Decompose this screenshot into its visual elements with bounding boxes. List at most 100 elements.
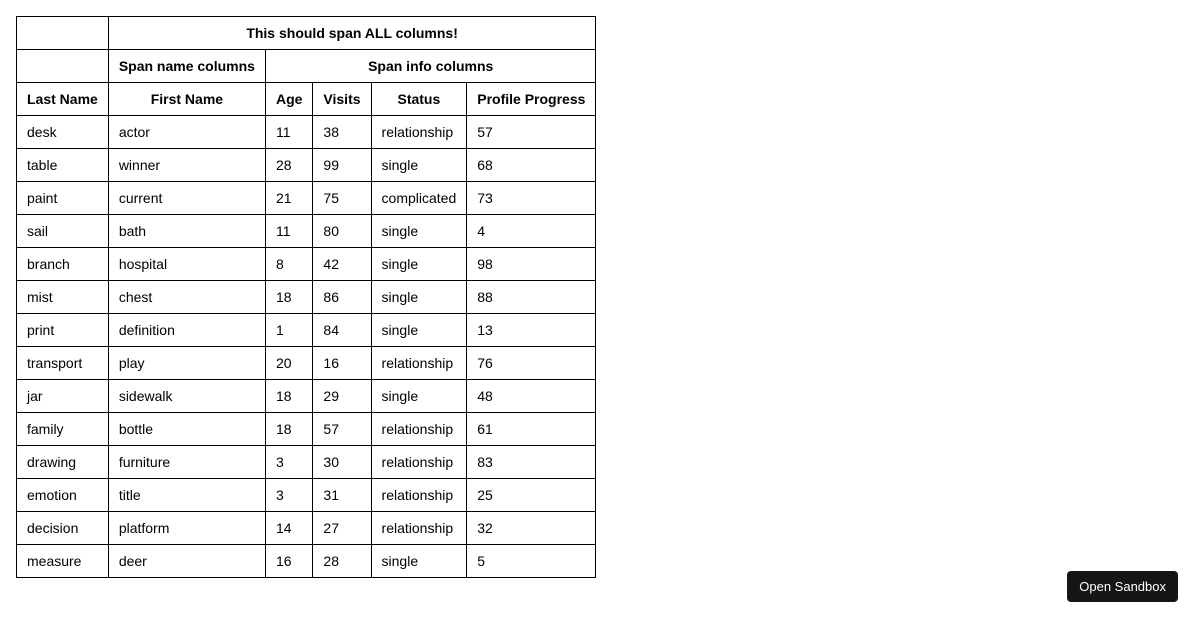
cell-first: bath	[108, 215, 265, 248]
cell-progress: 48	[467, 380, 596, 413]
table-row: deskactor1138relationship57	[17, 116, 596, 149]
table-row: jarsidewalk1829single48	[17, 380, 596, 413]
cell-status: single	[371, 149, 467, 182]
cell-status: relationship	[371, 116, 467, 149]
cell-visits: 31	[313, 479, 371, 512]
cell-last: table	[17, 149, 109, 182]
cell-age: 3	[265, 446, 312, 479]
cell-visits: 57	[313, 413, 371, 446]
cell-age: 3	[265, 479, 312, 512]
cell-status: single	[371, 380, 467, 413]
cell-first: furniture	[108, 446, 265, 479]
cell-visits: 16	[313, 347, 371, 380]
cell-status: single	[371, 248, 467, 281]
cell-status: relationship	[371, 413, 467, 446]
cell-first: sidewalk	[108, 380, 265, 413]
cell-last: mist	[17, 281, 109, 314]
table-row: printdefinition184single13	[17, 314, 596, 347]
table-row: tablewinner2899single68	[17, 149, 596, 182]
header-span-all: This should span ALL columns!	[108, 17, 596, 50]
cell-status: complicated	[371, 182, 467, 215]
cell-visits: 99	[313, 149, 371, 182]
cell-first: title	[108, 479, 265, 512]
cell-last: family	[17, 413, 109, 446]
cell-progress: 73	[467, 182, 596, 215]
cell-progress: 5	[467, 545, 596, 578]
cell-status: single	[371, 545, 467, 578]
cell-progress: 76	[467, 347, 596, 380]
cell-first: deer	[108, 545, 265, 578]
cell-progress: 88	[467, 281, 596, 314]
open-sandbox-button[interactable]: Open Sandbox	[1067, 571, 1178, 602]
table-row: sailbath1180single4	[17, 215, 596, 248]
cell-progress: 57	[467, 116, 596, 149]
header-last-name[interactable]: Last Name	[17, 83, 109, 116]
cell-age: 21	[265, 182, 312, 215]
cell-progress: 61	[467, 413, 596, 446]
header-empty-1	[17, 17, 109, 50]
cell-age: 18	[265, 281, 312, 314]
cell-progress: 25	[467, 479, 596, 512]
cell-visits: 75	[313, 182, 371, 215]
cell-visits: 38	[313, 116, 371, 149]
cell-visits: 42	[313, 248, 371, 281]
cell-last: sail	[17, 215, 109, 248]
cell-first: hospital	[108, 248, 265, 281]
header-visits[interactable]: Visits	[313, 83, 371, 116]
cell-last: print	[17, 314, 109, 347]
cell-age: 20	[265, 347, 312, 380]
cell-last: emotion	[17, 479, 109, 512]
table-row: emotiontitle331relationship25	[17, 479, 596, 512]
cell-status: single	[371, 281, 467, 314]
cell-first: current	[108, 182, 265, 215]
cell-first: bottle	[108, 413, 265, 446]
cell-age: 16	[265, 545, 312, 578]
cell-last: paint	[17, 182, 109, 215]
cell-visits: 84	[313, 314, 371, 347]
cell-progress: 32	[467, 512, 596, 545]
table-row: paintcurrent2175complicated73	[17, 182, 596, 215]
cell-age: 28	[265, 149, 312, 182]
cell-age: 18	[265, 413, 312, 446]
cell-status: single	[371, 215, 467, 248]
header-age[interactable]: Age	[265, 83, 312, 116]
table-row: mistchest1886single88	[17, 281, 596, 314]
table-row: drawingfurniture330relationship83	[17, 446, 596, 479]
cell-status: relationship	[371, 479, 467, 512]
data-table: This should span ALL columns! Span name …	[16, 16, 596, 578]
table-row: decisionplatform1427relationship32	[17, 512, 596, 545]
cell-status: relationship	[371, 347, 467, 380]
cell-progress: 83	[467, 446, 596, 479]
cell-age: 11	[265, 116, 312, 149]
cell-first: play	[108, 347, 265, 380]
cell-status: relationship	[371, 512, 467, 545]
cell-visits: 27	[313, 512, 371, 545]
cell-age: 1	[265, 314, 312, 347]
cell-age: 14	[265, 512, 312, 545]
cell-age: 8	[265, 248, 312, 281]
cell-age: 11	[265, 215, 312, 248]
table-row: familybottle1857relationship61	[17, 413, 596, 446]
cell-progress: 98	[467, 248, 596, 281]
cell-first: platform	[108, 512, 265, 545]
cell-visits: 30	[313, 446, 371, 479]
cell-last: jar	[17, 380, 109, 413]
cell-visits: 29	[313, 380, 371, 413]
cell-visits: 86	[313, 281, 371, 314]
header-first-name[interactable]: First Name	[108, 83, 265, 116]
table-row: transportplay2016relationship76	[17, 347, 596, 380]
header-span-name: Span name columns	[108, 50, 265, 83]
cell-last: measure	[17, 545, 109, 578]
header-status[interactable]: Status	[371, 83, 467, 116]
table-row: branchhospital842single98	[17, 248, 596, 281]
cell-last: drawing	[17, 446, 109, 479]
header-progress[interactable]: Profile Progress	[467, 83, 596, 116]
table-row: measuredeer1628single5	[17, 545, 596, 578]
cell-visits: 80	[313, 215, 371, 248]
cell-first: actor	[108, 116, 265, 149]
cell-first: winner	[108, 149, 265, 182]
cell-status: relationship	[371, 446, 467, 479]
cell-age: 18	[265, 380, 312, 413]
cell-first: chest	[108, 281, 265, 314]
cell-last: decision	[17, 512, 109, 545]
